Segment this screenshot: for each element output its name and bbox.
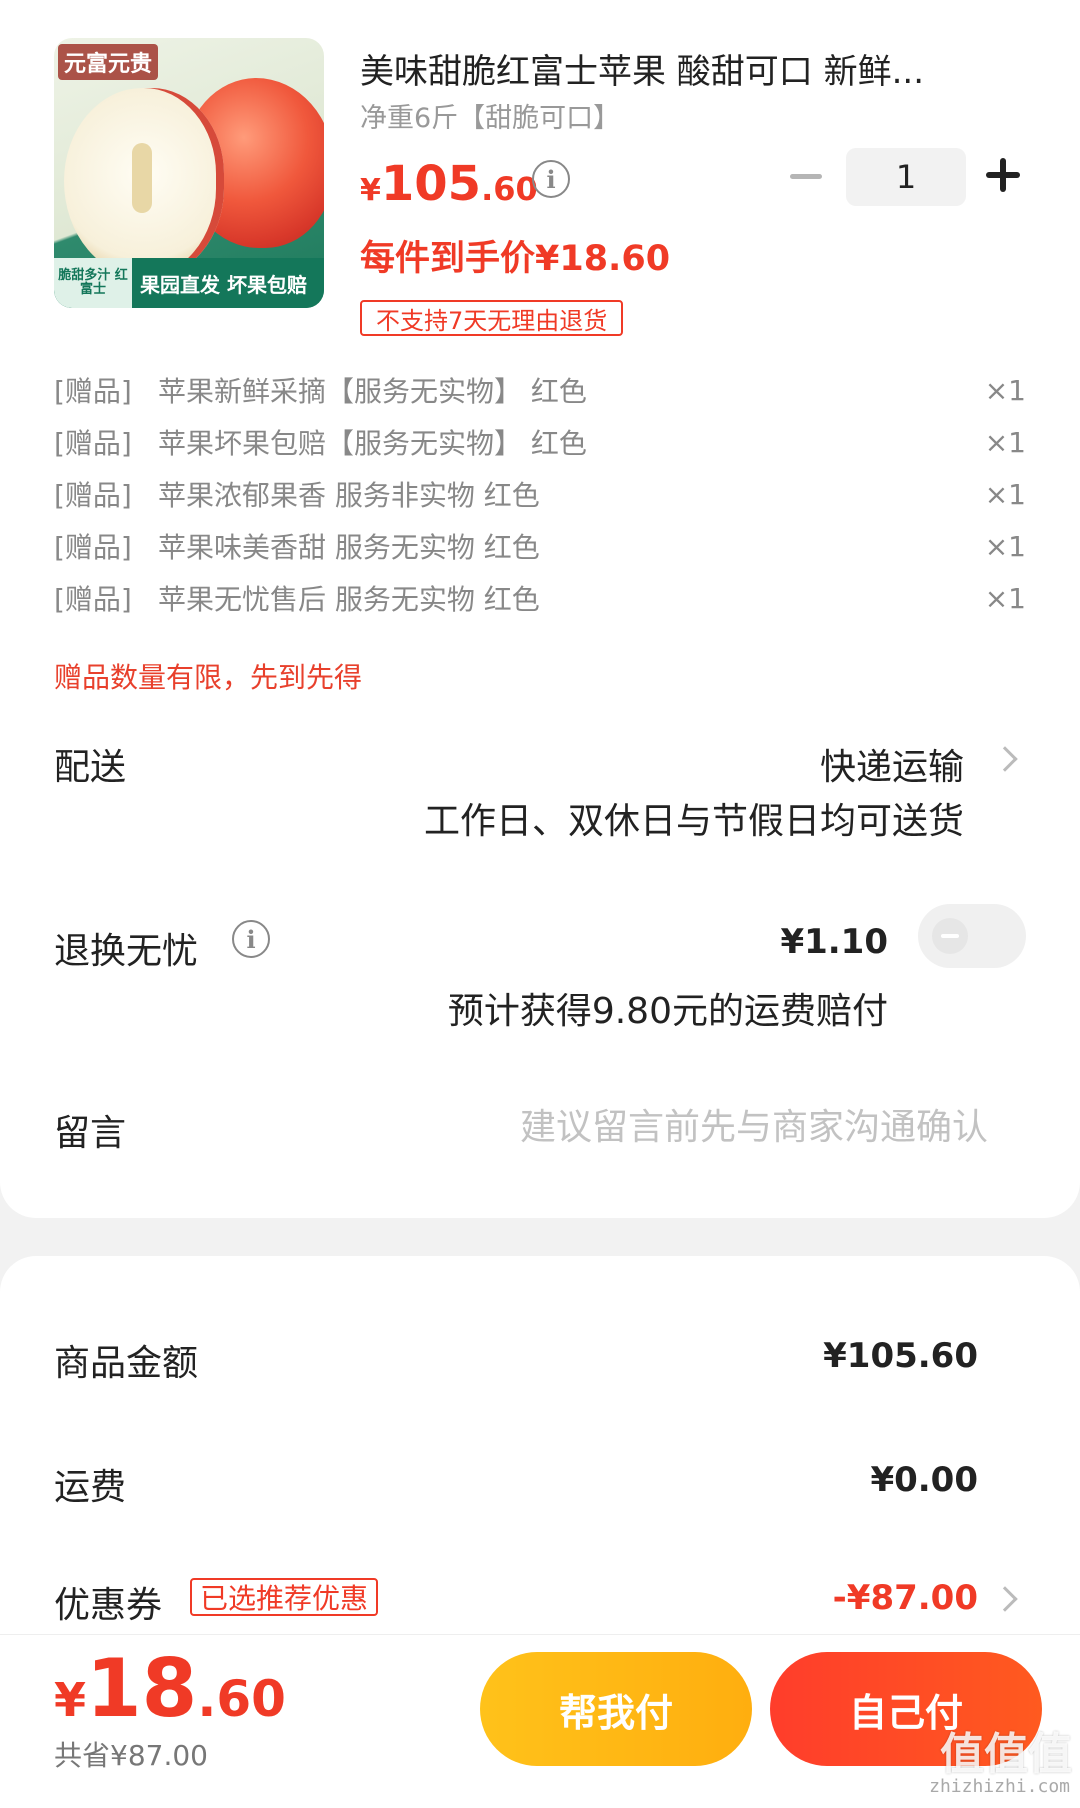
return-insurance-note: 预计获得9.80元的运费赔付 — [447, 991, 888, 1032]
product-price: ¥105.60 — [360, 156, 538, 212]
quantity-minus-button[interactable] — [790, 174, 822, 179]
shipping-value: ¥0.00 — [870, 1460, 978, 1500]
return-insurance-info-icon[interactable]: i — [232, 920, 270, 958]
gift-tag: [赠品] — [54, 479, 132, 512]
price-currency: ¥ — [360, 173, 381, 208]
unit-price-text: 每件到手价¥18.60 — [360, 239, 671, 279]
no-return-badge: 不支持7天无理由退货 — [360, 300, 624, 336]
gift-row: [赠品] 苹果坏果包赔【服务无实物】 红色 ×1 — [54, 422, 1026, 462]
product-image-banner-text: 果园直发 坏果包赔 — [140, 272, 307, 297]
price-integer: 105 — [380, 156, 482, 212]
gift-name: 苹果坏果包赔【服务无实物】 红色 — [158, 427, 587, 460]
watermark-site: zhizhizhi.com — [929, 1776, 1070, 1797]
total-price: ¥18.60 — [54, 1642, 286, 1735]
gift-qty: ×1 — [984, 373, 1026, 407]
saved-amount: 共省¥87.00 — [54, 1739, 208, 1772]
delivery-time-note: 工作日、双休日与节假日均可送货 — [423, 801, 964, 842]
watermark-logo: 值值值 — [940, 1729, 1072, 1780]
coupon-value[interactable]: -¥87.00 — [833, 1578, 978, 1618]
gift-qty: ×1 — [984, 529, 1026, 563]
gift-qty: ×1 — [984, 477, 1026, 511]
goods-amount-label: 商品金额 — [54, 1343, 199, 1384]
coupon-label[interactable]: 优惠券 — [54, 1576, 162, 1628]
gift-qty: ×1 — [984, 581, 1026, 615]
help-pay-button[interactable]: 帮我付 — [480, 1652, 752, 1766]
gift-name: 苹果无忧售后 服务无实物 红色 — [158, 583, 540, 616]
delivery-label: 配送 — [54, 747, 127, 788]
gift-row: [赠品] 苹果浓郁果香 服务非实物 红色 ×1 — [54, 474, 1026, 514]
price-decimal: .60 — [481, 170, 538, 208]
product-image-banner: 脆甜多汁 红富士 果园直发 坏果包赔 — [54, 258, 324, 308]
product-image-tag: 脆甜多汁 红富士 — [54, 258, 132, 308]
message-input[interactable] — [440, 1100, 988, 1154]
quantity-plus-button[interactable] — [986, 158, 1020, 192]
price-info-icon[interactable]: i — [532, 160, 570, 198]
quantity-input[interactable]: 1 — [846, 148, 966, 206]
gift-row: [赠品] 苹果味美香甜 服务无实物 红色 ×1 — [54, 526, 1026, 566]
total-integer: 18 — [86, 1642, 198, 1735]
delivery-method[interactable]: 快递运输 — [820, 738, 964, 790]
message-label: 留言 — [54, 1113, 127, 1154]
gift-tag: [赠品] — [54, 375, 132, 408]
shipping-label: 运费 — [54, 1467, 127, 1508]
gift-name: 苹果味美香甜 服务无实物 红色 — [158, 531, 540, 564]
product-image-brand: 元富元贵 — [58, 44, 159, 80]
gift-name: 苹果浓郁果香 服务非实物 红色 — [158, 479, 540, 512]
gift-limited-note: 赠品数量有限，先到先得 — [54, 661, 363, 694]
return-insurance-label: 退换无忧 — [54, 931, 199, 972]
gift-row: [赠品] 苹果新鲜采摘【服务无实物】 红色 ×1 — [54, 370, 1026, 410]
gift-tag: [赠品] — [54, 531, 132, 564]
product-title[interactable]: 美味甜脆红富士苹果 酸甜可口 新鲜... — [360, 44, 1000, 93]
gift-qty: ×1 — [984, 425, 1026, 459]
apple-core-graphic — [132, 143, 152, 213]
product-spec[interactable]: 净重6斤【甜脆可口】 — [360, 96, 620, 135]
gift-name: 苹果新鲜采摘【服务无实物】 红色 — [158, 375, 587, 408]
gift-tag: [赠品] — [54, 583, 132, 616]
total-decimal: .60 — [197, 1670, 286, 1728]
return-insurance-price: ¥1.10 — [780, 922, 888, 962]
product-image[interactable]: 元富元贵 脆甜多汁 红富士 果园直发 坏果包赔 — [54, 38, 324, 308]
toggle-knob — [932, 918, 968, 954]
gift-row: [赠品] 苹果无忧售后 服务无实物 红色 ×1 — [54, 578, 1026, 618]
gift-tag: [赠品] — [54, 427, 132, 460]
return-insurance-toggle[interactable] — [918, 904, 1026, 968]
coupon-recommended-badge[interactable]: 已选推荐优惠 — [190, 1578, 379, 1616]
goods-amount-value: ¥105.60 — [823, 1336, 978, 1376]
total-currency: ¥ — [54, 1673, 87, 1727]
